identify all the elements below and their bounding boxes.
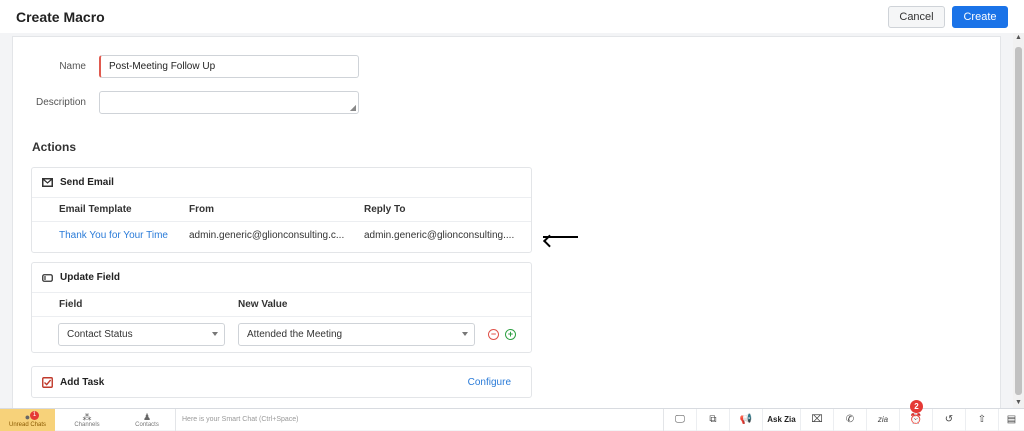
column-email-template: Email Template bbox=[59, 204, 132, 215]
history-icon[interactable]: ↺ bbox=[933, 408, 966, 431]
column-reply-to: Reply To bbox=[364, 204, 406, 215]
scroll-down-icon[interactable]: ▼ bbox=[1013, 398, 1024, 408]
reply-to-value: admin.generic@glionconsulting.... bbox=[364, 230, 515, 241]
channels-label: Channels bbox=[74, 421, 100, 428]
send-email-panel: Send Email Email Template From Reply To … bbox=[31, 167, 532, 253]
chevron-down-icon bbox=[212, 332, 218, 336]
left-arrow-annotation bbox=[543, 236, 578, 238]
contacts-label: Contacts bbox=[135, 421, 159, 428]
scroll-up-icon[interactable]: ▲ bbox=[1013, 33, 1024, 43]
field-select-value: Contact Status bbox=[67, 329, 133, 340]
send-email-title: Send Email bbox=[60, 177, 114, 188]
unread-chats-tab[interactable]: ● 1 Unread Chats bbox=[0, 408, 55, 431]
update-field-header: Update Field bbox=[32, 263, 531, 293]
vertical-scrollbar[interactable]: ▲ ▼ bbox=[1013, 33, 1024, 408]
smart-chat-placeholder: Here is your Smart Chat (Ctrl+Space) bbox=[182, 416, 299, 423]
upload-icon[interactable]: ⇧ bbox=[966, 408, 999, 431]
zia-icon[interactable]: zia bbox=[867, 408, 900, 431]
name-input[interactable]: Post-Meeting Follow Up bbox=[99, 55, 359, 78]
send-email-columns: Email Template From Reply To bbox=[32, 198, 531, 222]
scrollbar-thumb[interactable] bbox=[1015, 47, 1022, 395]
email-template-link[interactable]: Thank You for Your Time bbox=[32, 230, 189, 241]
add-task-panel: Add Task Configure bbox=[31, 366, 532, 398]
screen-capture-icon[interactable]: ⧉ bbox=[697, 408, 730, 431]
cancel-button[interactable]: Cancel bbox=[888, 5, 945, 28]
column-new-value: New Value bbox=[238, 299, 288, 310]
smart-chat-input[interactable]: Here is your Smart Chat (Ctrl+Space) bbox=[175, 408, 664, 431]
screen-share-icon[interactable]: 🖵 bbox=[664, 408, 697, 431]
chart-icon[interactable]: ⌧ bbox=[801, 408, 834, 431]
phone-icon[interactable]: ✆ bbox=[834, 408, 867, 431]
column-from: From bbox=[189, 204, 214, 215]
name-input-value: Post-Meeting Follow Up bbox=[109, 61, 216, 72]
configure-link[interactable]: Configure bbox=[468, 377, 511, 388]
create-button[interactable]: Create bbox=[952, 5, 1008, 28]
field-select[interactable]: Contact Status bbox=[58, 323, 225, 346]
announcement-icon[interactable]: 📢 bbox=[730, 408, 763, 431]
new-value-select[interactable]: Attended the Meeting bbox=[238, 323, 475, 346]
column-field: Field bbox=[59, 299, 83, 310]
update-field-columns: Field New Value bbox=[32, 293, 531, 317]
bottom-bar: ● 1 Unread Chats ⁂ Channels ♟ Contacts H… bbox=[0, 399, 1024, 431]
unread-count-badge: 1 bbox=[30, 410, 39, 420]
task-checkbox-icon bbox=[42, 376, 53, 388]
envelope-icon bbox=[42, 177, 53, 188]
field-tag-icon bbox=[42, 272, 53, 283]
actions-heading: Actions bbox=[32, 140, 77, 154]
alarm-icon[interactable]: ⏰ 2 bbox=[900, 399, 933, 431]
from-value: admin.generic@glionconsulting.c... bbox=[189, 230, 345, 241]
description-label: Description bbox=[35, 97, 86, 108]
unread-chats-label: Unread Chats bbox=[8, 421, 47, 428]
contact-person-icon: ♟ bbox=[142, 411, 152, 422]
add-task-title: Add Task bbox=[60, 376, 105, 388]
alarm-badge: 2 bbox=[910, 399, 923, 413]
channels-tab[interactable]: ⁂ Channels bbox=[55, 409, 119, 431]
ask-zia-button[interactable]: Ask Zia bbox=[763, 408, 801, 431]
send-email-row: Thank You for Your Time admin.generic@gl… bbox=[32, 222, 531, 249]
chevron-down-icon bbox=[462, 332, 468, 336]
notes-icon[interactable]: ▤ bbox=[999, 409, 1024, 431]
resize-handle-icon[interactable]: ◢ bbox=[350, 103, 356, 112]
contacts-tab[interactable]: ♟ Contacts bbox=[119, 409, 175, 431]
add-row-icon[interactable]: + bbox=[505, 329, 516, 340]
new-value-select-value: Attended the Meeting bbox=[247, 329, 343, 340]
send-email-header: Send Email bbox=[32, 168, 531, 198]
channels-icon: ⁂ bbox=[82, 411, 92, 422]
update-field-title: Update Field bbox=[60, 272, 121, 283]
name-label: Name bbox=[59, 61, 86, 72]
description-textarea[interactable]: ◢ bbox=[99, 91, 359, 114]
top-bar: Create Macro Cancel Create bbox=[0, 0, 1024, 33]
add-task-header: Add Task Configure bbox=[32, 367, 531, 397]
page-title: Create Macro bbox=[16, 8, 105, 25]
remove-row-icon[interactable]: − bbox=[488, 329, 499, 340]
